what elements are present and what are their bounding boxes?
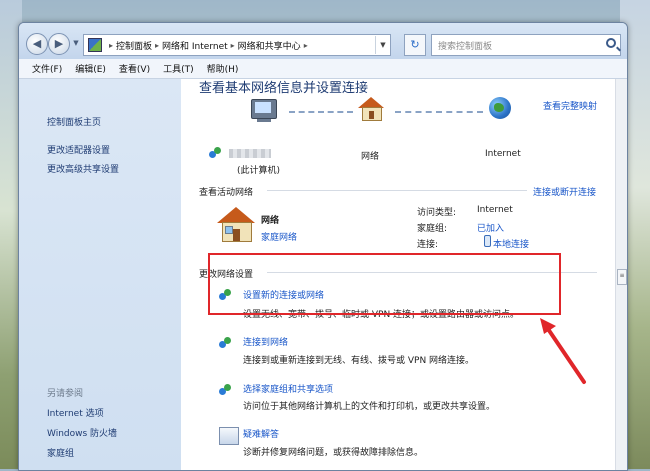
annotation-arrow <box>540 318 586 384</box>
